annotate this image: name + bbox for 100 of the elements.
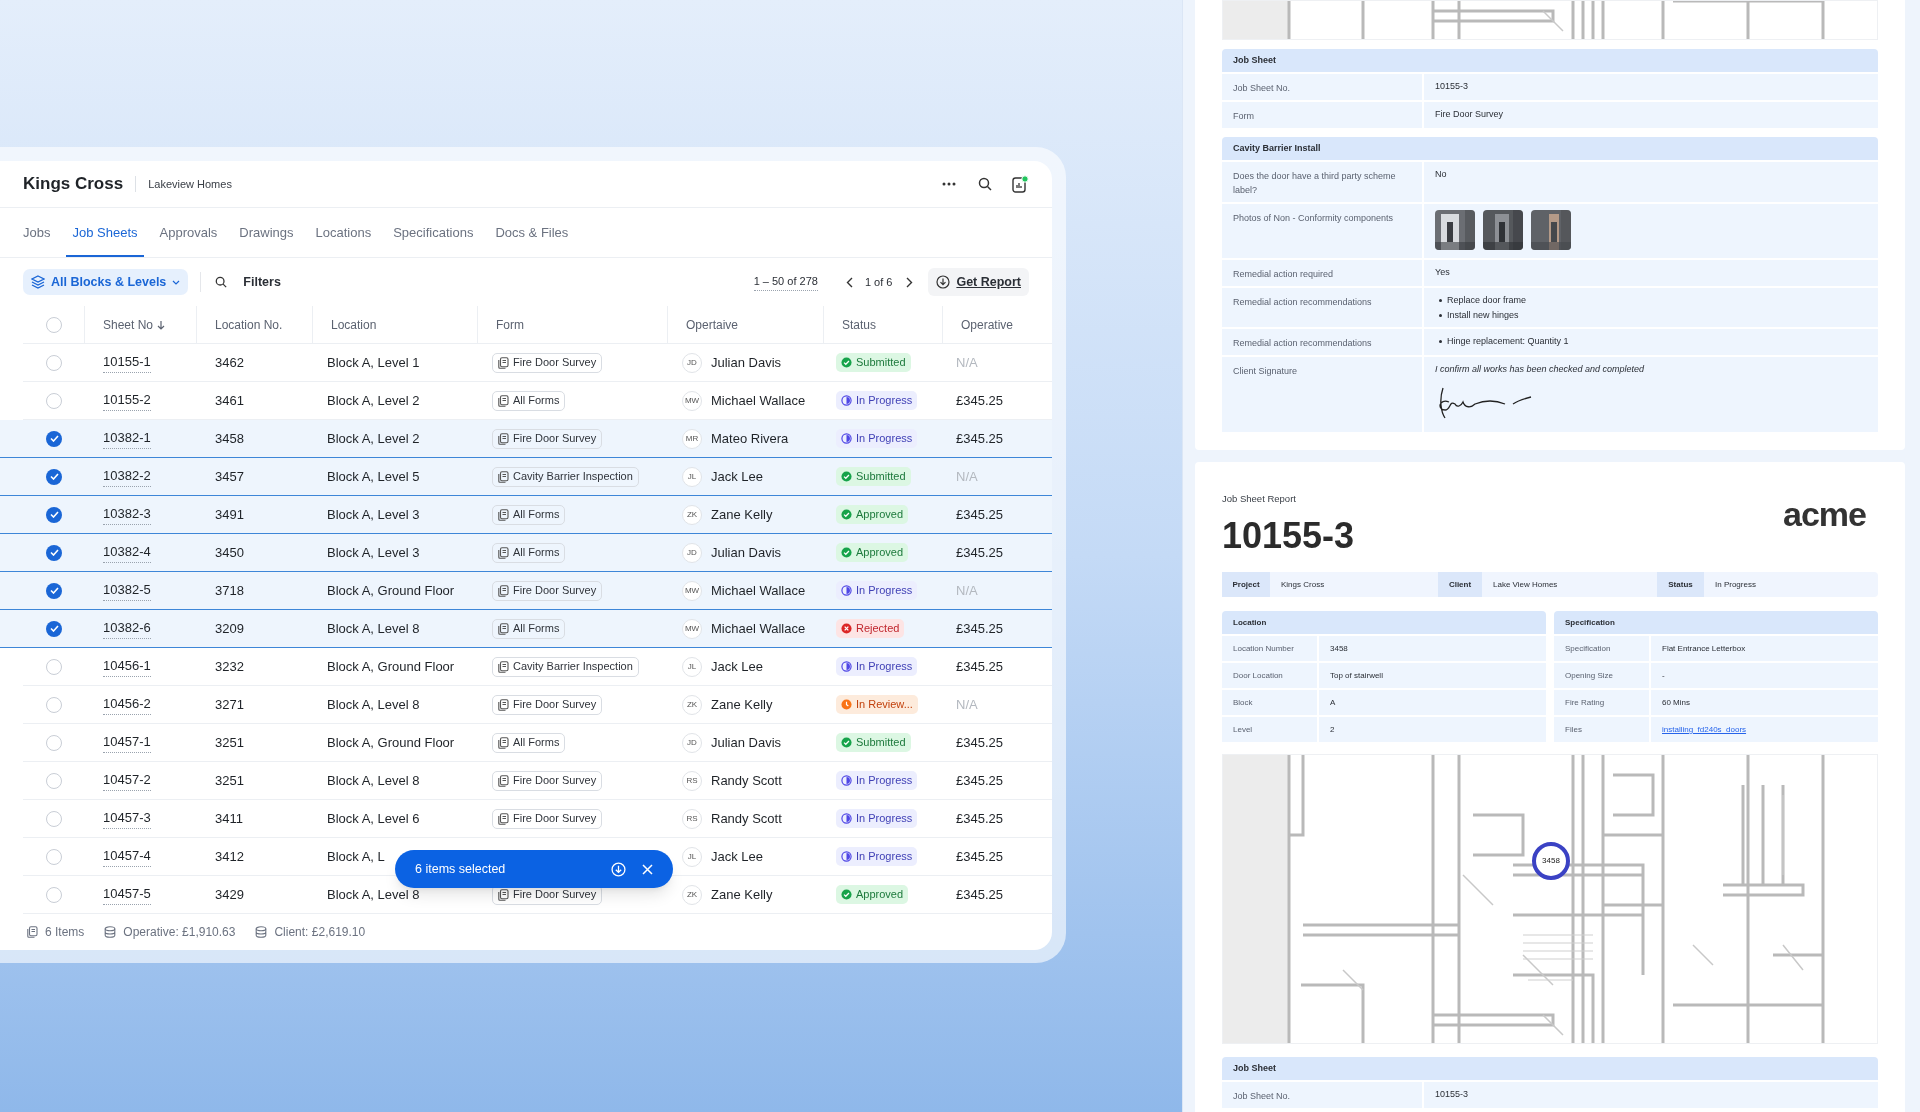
field-value: No: [1435, 168, 1448, 180]
checkbox[interactable]: [46, 658, 62, 675]
get-report-button[interactable]: Get Report: [928, 268, 1029, 296]
check-circle-icon: [841, 889, 852, 900]
location-pin[interactable]: 3458: [1532, 842, 1570, 881]
status-badge: In Progress: [836, 429, 918, 448]
column-header[interactable]: Operative: [961, 315, 1014, 334]
form-tag: All Forms: [492, 618, 566, 639]
checkbox[interactable]: [46, 544, 62, 561]
column-header[interactable]: Location: [331, 315, 377, 334]
sheet-number[interactable]: 10382-4: [103, 542, 151, 563]
location-text: Block A, Level 5: [327, 467, 420, 486]
checkbox[interactable]: [46, 772, 62, 789]
check-circle-icon: [841, 357, 852, 368]
location-text: Block A, Level 2: [327, 391, 420, 410]
avatar: MR: [682, 428, 702, 449]
checkbox[interactable]: [46, 582, 62, 599]
search-icon[interactable]: [978, 177, 992, 191]
form-icon: [498, 622, 509, 635]
search-icon[interactable]: [215, 276, 228, 288]
checkbox[interactable]: [46, 468, 62, 485]
column-header[interactable]: Status: [842, 315, 877, 334]
checkbox[interactable]: [46, 734, 62, 751]
sheet-number[interactable]: 10382-2: [103, 466, 151, 487]
location-text: Block A, Level 8: [327, 885, 420, 904]
field-label: Remedial action recommendations: [1233, 338, 1372, 348]
checkbox[interactable]: [46, 354, 62, 371]
tab[interactable]: Jobs: [23, 208, 51, 257]
sheet-number[interactable]: 10382-3: [103, 504, 151, 525]
field-value: A: [1330, 696, 1336, 709]
operative-amount: £345.25: [956, 733, 1003, 752]
sheet-number[interactable]: 10382-1: [103, 428, 151, 449]
report-heading: Job Sheet Report: [1222, 492, 1297, 506]
blocks-levels-dropdown[interactable]: All Blocks & Levels: [23, 269, 189, 295]
chevron-left-icon[interactable]: [845, 276, 853, 288]
operative-amount: £345.25: [956, 885, 1003, 904]
check-icon: [49, 511, 59, 518]
column-header[interactable]: Form: [496, 315, 524, 334]
sheet-number[interactable]: 10456-1: [103, 656, 151, 677]
list-item: Hinge replacement: Quantity 1: [1447, 335, 1569, 347]
check-circle-icon: [841, 471, 852, 482]
chevron-right-icon[interactable]: [906, 276, 914, 288]
close-icon[interactable]: [642, 863, 653, 875]
form-tag: All Forms: [492, 390, 566, 411]
status-badge: In Review...: [836, 695, 918, 714]
operative-amount: £345.25: [956, 619, 1003, 638]
column-header[interactable]: Location No.: [215, 315, 283, 334]
report-icon[interactable]: [1012, 175, 1029, 193]
person-name: Zane Kelly: [711, 695, 773, 714]
sheet-number[interactable]: 10382-6: [103, 618, 151, 639]
field-label: Opening Size: [1565, 669, 1614, 682]
sort-down-icon[interactable]: [157, 319, 166, 330]
checkbox[interactable]: [46, 620, 62, 637]
sheet-number[interactable]: 10456-2: [103, 694, 151, 715]
operative-amount: £345.25: [956, 809, 1003, 828]
column-header[interactable]: Sheet No: [103, 315, 154, 334]
operative-amount: N/A: [956, 581, 978, 600]
sheet-number[interactable]: 10457-3: [103, 808, 151, 829]
checkbox[interactable]: [46, 848, 62, 865]
location-text: Block A, L: [327, 847, 385, 866]
field-label: Block: [1233, 696, 1253, 709]
checkbox[interactable]: [46, 392, 62, 409]
file-link[interactable]: installing_fd240s_doors: [1662, 723, 1747, 736]
status-badge: In Progress: [836, 771, 918, 790]
form-tag: Fire Door Survey: [492, 352, 603, 373]
checkbox[interactable]: [46, 886, 62, 903]
tab[interactable]: Specifications: [393, 208, 474, 257]
download-icon[interactable]: [611, 861, 626, 877]
tab[interactable]: Approvals: [159, 208, 218, 257]
more-icon[interactable]: [942, 182, 956, 186]
tab[interactable]: Locations: [315, 208, 372, 257]
column-header[interactable]: Opertaive: [686, 315, 739, 334]
checkbox[interactable]: [46, 430, 62, 447]
checkbox[interactable]: [46, 506, 62, 523]
location-text: Block A, Ground Floor: [327, 657, 455, 676]
sheet-number[interactable]: 10457-2: [103, 770, 151, 791]
status-badge: Submitted: [836, 733, 911, 752]
checkbox[interactable]: [45, 316, 62, 333]
avatar: ZK: [682, 504, 702, 525]
field-label: Level: [1233, 723, 1253, 736]
form-icon: [498, 470, 509, 483]
sheet-number[interactable]: 10457-1: [103, 732, 151, 753]
check-circle-icon: [841, 547, 852, 558]
check-icon: [49, 435, 59, 442]
sheet-number[interactable]: 10457-4: [103, 846, 151, 867]
tab[interactable]: Docs & Files: [495, 208, 569, 257]
checkbox[interactable]: [46, 696, 62, 713]
sheet-number[interactable]: 10382-5: [103, 580, 151, 601]
checkbox[interactable]: [46, 810, 62, 827]
sheet-number[interactable]: 10155-1: [103, 352, 151, 373]
tab[interactable]: Drawings: [239, 208, 294, 257]
operative-amount: N/A: [956, 467, 978, 486]
sheet-number[interactable]: 10155-2: [103, 390, 151, 411]
section-header: Job Sheet: [1222, 1057, 1878, 1081]
field-value: 10155-3: [1435, 80, 1470, 92]
filters-button[interactable]: Filters: [243, 272, 281, 292]
avatar: MW: [682, 618, 702, 639]
location-number: 3450: [215, 543, 244, 562]
tab[interactable]: Job Sheets: [66, 208, 144, 257]
sheet-number[interactable]: 10457-5: [103, 884, 151, 905]
